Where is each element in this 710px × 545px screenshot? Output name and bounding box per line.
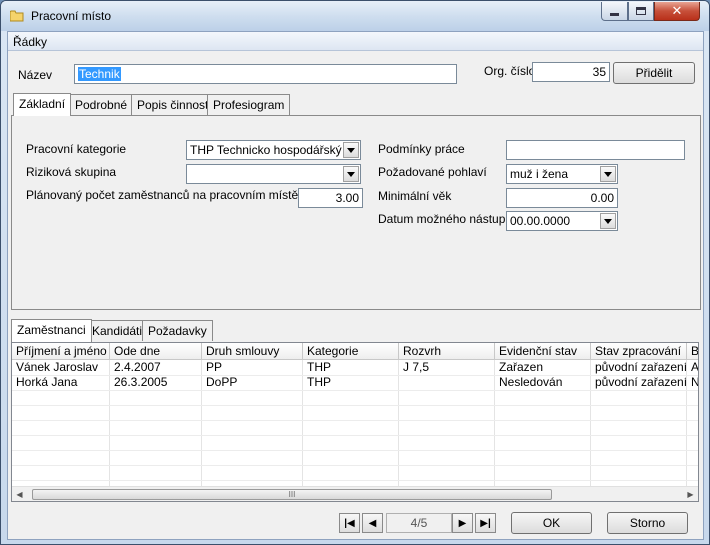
column-header[interactable]: Ode dne (110, 343, 202, 360)
pozadovane-pohlavi-label: Požadované pohlaví (378, 165, 487, 179)
chevron-down-icon[interactable] (600, 213, 616, 229)
close-icon: ✕ (671, 3, 683, 18)
scroll-left-icon[interactable]: ◀ (12, 487, 27, 501)
table-cell: A (691, 360, 699, 374)
table-cell: původní zařazení (595, 375, 686, 389)
title-bar[interactable]: Pracovní místo ✕ (1, 1, 709, 31)
scrollbar-thumb[interactable]: III (32, 489, 552, 500)
table-cell: Nesledován (499, 375, 563, 389)
pozadovane-pohlavi-value: muž i žena (510, 167, 569, 181)
tab-zakladni[interactable]: Základní (13, 93, 72, 116)
prev-icon: ◀ (368, 517, 377, 529)
org-cislo-label: Org. číslo (484, 64, 536, 78)
column-header[interactable]: Stav zpracování (591, 343, 687, 360)
table-cell (399, 375, 494, 390)
close-button[interactable]: ✕ (654, 2, 700, 21)
podminky-prace-input[interactable] (506, 140, 685, 160)
minimize-button[interactable] (601, 2, 628, 21)
column-header[interactable]: Druh smlouvy (202, 343, 303, 360)
pridelit-button[interactable]: Přidělit (613, 62, 695, 84)
tab-pozadavky[interactable]: Požadavky (142, 320, 213, 341)
scroll-right-icon[interactable]: ▶ (683, 487, 698, 501)
app-window: Pracovní místo ✕ Řádky Název Technik Org… (0, 0, 710, 545)
prev-record-button[interactable]: ◀ (362, 513, 383, 533)
table-cell: PP (206, 360, 223, 374)
column-header[interactable]: Evidenční stav (495, 343, 591, 360)
maximize-icon (636, 7, 646, 15)
pracovni-kategorie-value: THP Technicko hospodářský pracovník (190, 143, 342, 157)
table-cell: N (691, 375, 699, 389)
next-icon: ▶ (458, 517, 467, 529)
tab-popis-cinnosti-label: Popis činnosti (137, 98, 212, 112)
tab-zamestnanci-label: Zaměstnanci (17, 323, 86, 337)
tab-profesiogram[interactable]: Profesiogram (207, 94, 291, 115)
rizikova-skupina-label: Riziková skupina (26, 165, 117, 179)
tab-profesiogram-label: Profesiogram (213, 98, 285, 112)
column-header[interactable]: Příjmení a jméno (12, 343, 110, 360)
tab-kandidati-label: Kandidáti (92, 324, 143, 338)
chevron-down-icon[interactable] (343, 166, 359, 182)
tab-podrobne-label: Podrobné (75, 98, 128, 112)
table-cell: Zařazen (499, 360, 544, 374)
last-icon: ▶| (480, 517, 491, 529)
table-cell: DoPP (206, 375, 238, 389)
table-cell: 2.4.2007 (114, 360, 161, 374)
table-cell: Horká Jana (16, 375, 78, 389)
planovany-pocet-input[interactable]: 3.00 (298, 188, 363, 208)
tab-pozadavky-label: Požadavky (148, 324, 207, 338)
menu-bar: Řádky (8, 32, 703, 51)
next-record-button[interactable]: ▶ (452, 513, 473, 533)
first-record-button[interactable]: |◀ (339, 513, 360, 533)
minimalni-vek-label: Minimální věk (378, 189, 452, 203)
chevron-down-icon[interactable] (343, 142, 359, 158)
chevron-down-icon[interactable] (600, 166, 616, 182)
datum-nastupu-value: 00.00.0000 (510, 214, 571, 228)
scrollbar-grip: III (288, 490, 296, 499)
nazev-input[interactable]: Technik (74, 64, 457, 84)
column-header[interactable]: Rozvrh (399, 343, 495, 360)
datum-nastupu-label: Datum možného nástupu (378, 212, 513, 226)
tab-kandidati[interactable]: Kandidáti (86, 320, 149, 341)
pracovni-kategorie-select[interactable]: THP Technicko hospodářský pracovník (186, 140, 361, 160)
nazev-label: Název (18, 68, 53, 82)
table-cell: Vánek Jaroslav (16, 360, 99, 374)
rizikova-skupina-select[interactable] (186, 164, 361, 184)
table-cell: J 7,5 (403, 360, 430, 374)
datum-nastupu-select[interactable]: 00.00.0000 (506, 211, 618, 231)
column-header[interactable]: B (687, 343, 698, 360)
table-cell: původní zařazení (595, 360, 686, 374)
maximize-button[interactable] (628, 2, 654, 21)
org-cislo-input[interactable]: 35 (532, 62, 610, 82)
pracovni-kategorie-label: Pracovní kategorie (26, 142, 127, 156)
tab-podrobne[interactable]: Podrobné (69, 94, 134, 115)
table-cell: 26.3.2005 (114, 375, 168, 389)
client-area: Řádky Název Technik Org. číslo 35 Přiděl… (7, 31, 704, 540)
detail-panel: Pracovní kategorie THP Technicko hospodá… (11, 115, 701, 310)
minimize-icon (610, 13, 619, 16)
table-cell: THP (307, 375, 331, 389)
table-cell: THP (307, 360, 331, 374)
storno-button[interactable]: Storno (607, 512, 688, 534)
window-title: Pracovní místo (31, 9, 112, 23)
tab-zakladni-label: Základní (19, 97, 66, 111)
record-counter: 4/5 (386, 513, 452, 533)
pozadovane-pohlavi-select[interactable]: muž i žena (506, 164, 618, 184)
last-record-button[interactable]: ▶| (475, 513, 496, 533)
folder-icon (10, 10, 24, 22)
column-header[interactable]: Kategorie (303, 343, 399, 360)
menu-radky[interactable]: Řádky (13, 35, 47, 49)
employees-grid[interactable]: Příjmení a jméno Ode dne Druh smlouvy Ka… (11, 342, 699, 502)
minimalni-vek-input[interactable]: 0.00 (506, 188, 618, 208)
podminky-prace-label: Podmínky práce (378, 142, 465, 156)
tab-popis-cinnosti[interactable]: Popis činnosti (131, 94, 218, 115)
first-icon: |◀ (344, 517, 355, 529)
ok-button[interactable]: OK (511, 512, 592, 534)
horizontal-scrollbar[interactable]: ◀ III ▶ (12, 486, 698, 501)
planovany-pocet-label: Plánovaný počet zaměstnanců na pracovním… (26, 188, 299, 202)
tab-zamestnanci[interactable]: Zaměstnanci (11, 319, 92, 342)
nazev-value: Technik (78, 67, 121, 81)
